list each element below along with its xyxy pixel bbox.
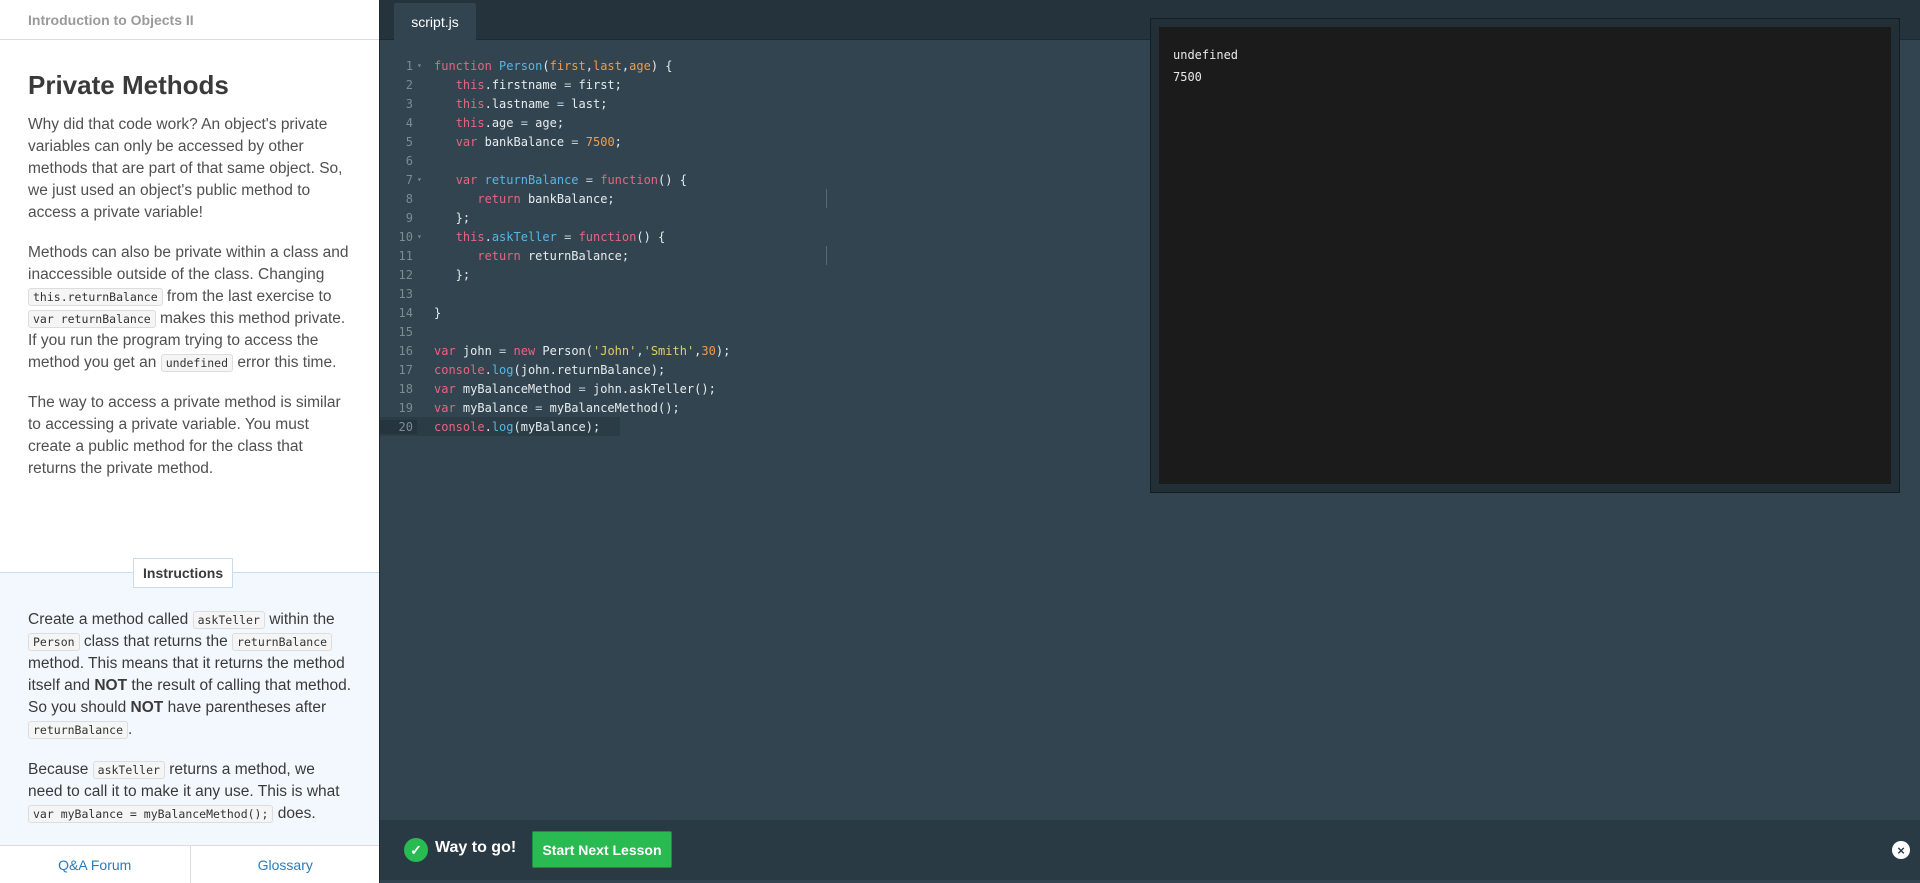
code-line: 5 var bankBalance = 7500; [380,132,730,151]
code-line-text: } [434,305,442,320]
code-line: 10 ▾ this.askTeller = function() { [380,227,730,246]
lesson-paragraph-3: The way to access a private method is si… [28,394,341,477]
code-line: 18 var myBalanceMethod = john.askTeller()… [380,379,730,398]
code-line-text: var bankBalance = 7500; [455,134,622,149]
code-line: 9 }; [380,208,730,227]
code-line-text: }; [434,210,471,225]
instructions-paragraph-2: Because askTeller returns a method, we n… [28,761,340,823]
line-number: 7 [405,172,413,187]
line-number: 2 [405,77,413,92]
start-next-lesson-button[interactable]: Start Next Lesson [532,831,672,868]
console-panel: undefined 7500 [1150,18,1900,493]
code-line-text: function Person(first,last,age) { [434,58,673,73]
code-line-text: this.lastname = last; [455,96,608,111]
code-line: 3 this.lastname = last; [380,94,730,113]
code-line: 15 [380,322,730,341]
check-icon: ✓ [404,838,428,862]
line-number: 19 [398,400,413,415]
line-number: 12 [398,267,413,282]
code-line-text: this.firstname = first; [455,77,622,92]
instructions-section: Instructions Create a method called askT… [0,558,379,845]
inline-code: returnBalance [232,633,333,651]
console-line: undefined [1173,48,1239,62]
code-line: 16 var john = new Person('John','Smith',3… [380,341,731,360]
fold-arrow-icon[interactable]: ▾ [417,175,425,184]
code-line-active: 20 console.log(myBalance); [380,417,620,436]
fold-arrow-icon[interactable]: ▾ [417,232,425,241]
code-line-text: return returnBalance; [477,248,630,263]
code-line: 11 return returnBalance; [380,246,827,265]
inline-code: returnBalance [28,721,129,739]
line-number: 16 [398,343,413,358]
console-line: 7500 [1173,70,1202,84]
success-bar: ✓ Way to go! Start Next Lesson × [380,820,1920,880]
line-number: 17 [398,362,413,377]
inline-code: var returnBalance [28,310,156,328]
lesson-paragraph-1: Why did that code work? An object's priv… [28,116,343,221]
inline-code: this.returnBalance [28,288,163,306]
code-line: 2 this.firstname = first; [380,75,730,94]
code-line: 8 return bankBalance; [380,189,827,208]
glossary-link[interactable]: Glossary [189,846,380,883]
code-editor[interactable]: 1 ▾ function Person(first,last,age) { 2 th… [380,56,827,436]
code-line-text: }; [434,267,471,282]
code-line-text: this.askTeller = function() { [455,229,666,244]
code-line: 4 this.age = age; [380,113,730,132]
line-number: 15 [398,324,413,339]
qa-forum-link[interactable]: Q&A Forum [0,846,190,883]
line-number: 5 [405,134,413,149]
line-number: 18 [398,381,413,396]
code-line-text: console.log(john.returnBalance); [434,362,666,377]
line-number: 13 [398,286,413,301]
course-title[interactable]: Introduction to Objects II [28,12,194,28]
code-line: 6 [380,151,730,170]
code-line: 7 ▾ var returnBalance = function() { [380,170,730,189]
line-number: 11 [398,248,413,263]
line-number: 14 [398,305,413,320]
code-line-text: this.age = age; [455,115,565,130]
lesson-paragraph-2: Methods can also be private within a cla… [28,244,349,372]
code-line-text: return bankBalance; [477,191,615,206]
line-number: 3 [405,96,413,111]
lesson-content: Private Methods Why did that code work? … [0,40,379,480]
inline-code: askTeller [192,611,265,629]
line-number: 6 [405,153,413,168]
inline-code: askTeller [92,761,165,779]
code-line-text: console.log(myBalance); [434,419,601,434]
lesson-footer: Q&A Forum Glossary [0,845,380,883]
code-line-text: var myBalanceMethod = john.askTeller(); [434,381,716,396]
inline-code: undefined [160,354,234,372]
line-number: 8 [405,191,413,206]
course-title-bar: Introduction to Objects II [0,0,379,40]
code-line: 13 [380,284,730,303]
console-output[interactable]: undefined 7500 [1159,27,1891,484]
bold-text: NOT [130,699,164,716]
code-line-text: var myBalance = myBalanceMethod(); [434,400,680,415]
code-line: 19 var myBalance = myBalanceMethod(); [380,398,730,417]
instructions-paragraph-1: Create a method called askTeller within … [28,611,352,739]
inline-code: Person [28,633,80,651]
bold-text: NOT [94,677,128,694]
line-number: 10 [398,229,413,244]
code-line: 14} [380,303,730,322]
lesson-title: Private Methods [28,70,229,100]
fold-arrow-icon[interactable]: ▾ [417,61,425,70]
line-number: 20 [380,419,417,434]
code-line-text: var returnBalance = function() { [455,172,687,187]
inline-code: var myBalance = myBalanceMethod(); [28,805,274,823]
lesson-panel: Introduction to Objects II Private Metho… [0,0,380,883]
line-number: 4 [405,115,413,130]
code-line-text: var john = new Person('John','Smith',30)… [434,343,731,358]
success-message: Way to go! [435,839,517,856]
tab-script-js[interactable]: script.js [394,3,476,40]
code-line: 12 }; [380,265,730,284]
code-line: 1 ▾ function Person(first,last,age) { [380,56,730,75]
line-number: 9 [405,210,413,225]
close-icon[interactable]: × [1892,841,1910,859]
code-line: 17 console.log(john.returnBalance); [380,360,730,379]
instructions-label: Instructions [133,558,234,588]
line-number: 1 [405,58,413,73]
